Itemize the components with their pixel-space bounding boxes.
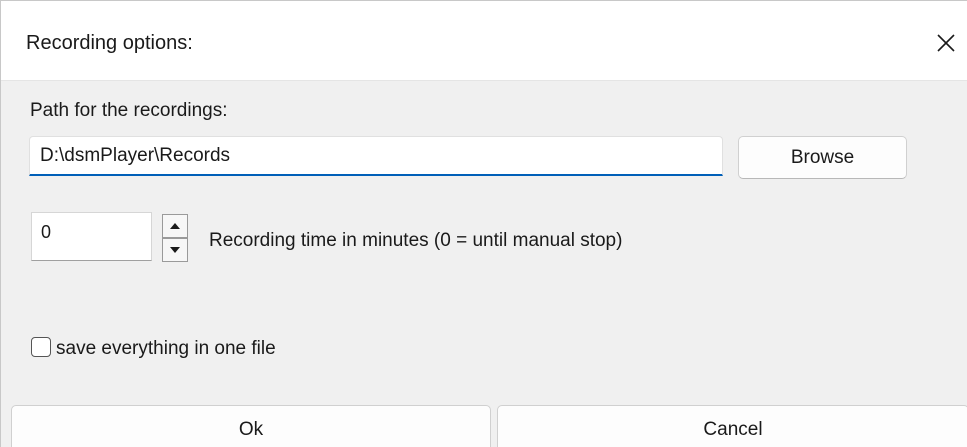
close-icon — [937, 34, 955, 52]
dialog-titlebar: Recording options: — [1, 1, 967, 81]
cancel-button[interactable]: Cancel — [497, 405, 967, 447]
recording-options-dialog: Recording options: Path for the recordin… — [0, 0, 967, 447]
spin-up-button[interactable] — [162, 214, 188, 238]
single-file-label[interactable]: save everything in one file — [56, 337, 276, 361]
spin-down-button[interactable] — [162, 238, 188, 262]
path-label: Path for the recordings: — [30, 100, 228, 121]
recording-time-label: Recording time in minutes (0 = until man… — [209, 230, 623, 251]
single-file-checkbox[interactable] — [31, 337, 51, 357]
browse-button[interactable]: Browse — [738, 136, 907, 179]
triangle-up-icon — [170, 223, 180, 229]
triangle-down-icon — [170, 247, 180, 253]
path-input[interactable] — [29, 136, 723, 176]
recording-time-input[interactable] — [31, 212, 152, 261]
ok-button[interactable]: Ok — [11, 405, 491, 447]
close-button[interactable] — [926, 23, 966, 63]
dialog-title: Recording options: — [26, 32, 193, 54]
